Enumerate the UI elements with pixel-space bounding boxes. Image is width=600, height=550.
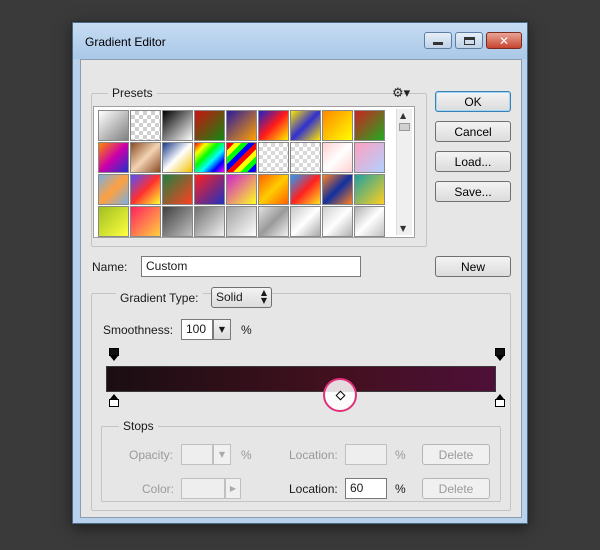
smoothness-label: Smoothness:	[103, 323, 174, 337]
preset-swatch[interactable]	[226, 174, 257, 205]
name-label: Name:	[92, 260, 128, 274]
dialog-body: Presets ⚙▾ ▲ ▼ OK Cancel Load... Save...…	[80, 59, 522, 518]
stops-legend: Stops	[119, 419, 158, 433]
opacity-stop-left[interactable]	[109, 348, 119, 362]
preset-swatch[interactable]	[98, 174, 129, 205]
preset-swatch[interactable]	[258, 174, 289, 205]
load-button[interactable]: Load...	[435, 151, 511, 172]
location-label-top: Location:	[289, 448, 338, 462]
opacity-label: Opacity:	[129, 448, 174, 462]
chevron-down-icon: ▼	[218, 325, 226, 334]
preset-swatch[interactable]	[162, 174, 193, 205]
preset-swatch[interactable]	[98, 142, 129, 173]
preset-swatch[interactable]	[322, 206, 353, 237]
opacity-dropdown[interactable]: ▼	[213, 444, 231, 465]
name-field[interactable]: Custom	[141, 256, 361, 277]
smoothness-unit: %	[241, 323, 252, 337]
preset-swatch[interactable]	[354, 110, 385, 141]
preset-swatch[interactable]	[258, 110, 289, 141]
preset-swatch[interactable]	[162, 206, 193, 237]
close-icon: ✕	[498, 33, 510, 48]
preset-swatch[interactable]	[290, 110, 321, 141]
preset-swatch[interactable]	[354, 174, 385, 205]
preset-swatch[interactable]	[130, 206, 161, 237]
close-button[interactable]: ✕	[486, 32, 522, 49]
color-stop-left[interactable]	[109, 394, 119, 408]
chevron-right-icon: ▶	[229, 484, 237, 493]
minimize-button[interactable]	[424, 32, 452, 49]
chevron-down-icon: ▼	[218, 450, 226, 459]
preset-swatch[interactable]	[226, 142, 257, 173]
preset-swatch[interactable]	[322, 174, 353, 205]
preset-scrollbar[interactable]: ▲ ▼	[396, 109, 412, 235]
gradient-editor-window: Gradient Editor ✕ Presets ⚙▾ ▲ ▼ OK Canc…	[72, 22, 528, 524]
new-button[interactable]: New	[435, 256, 511, 277]
maximize-button[interactable]	[455, 32, 483, 49]
delete-button-top[interactable]: Delete	[422, 444, 490, 465]
location-field-top[interactable]	[345, 444, 387, 465]
color-label: Color:	[142, 482, 175, 496]
midpoint-diamond-icon[interactable]	[335, 390, 346, 401]
window-title: Gradient Editor	[85, 35, 166, 49]
gradient-preview-bar[interactable]	[106, 366, 496, 392]
scroll-thumb[interactable]	[399, 123, 410, 131]
gradient-type-select[interactable]: Solid ▲ ▼	[211, 287, 272, 308]
preset-swatch[interactable]	[98, 110, 129, 141]
preset-swatch[interactable]	[194, 174, 225, 205]
minimize-icon	[433, 41, 443, 45]
preset-swatch[interactable]	[162, 110, 193, 141]
color-stop-right[interactable]	[495, 394, 505, 408]
gear-icon[interactable]: ⚙▾	[392, 86, 410, 101]
preset-swatch-grid	[98, 110, 390, 237]
preset-swatch[interactable]	[226, 206, 257, 237]
location-unit-top: %	[395, 448, 406, 462]
preset-swatch[interactable]	[258, 142, 289, 173]
location-field-bottom[interactable]: 60	[345, 478, 387, 499]
preset-swatch[interactable]	[130, 174, 161, 205]
preset-swatch[interactable]	[354, 142, 385, 173]
preset-swatch[interactable]	[130, 110, 161, 141]
gradient-type-value: Solid	[216, 290, 243, 304]
midpoint-highlight	[323, 378, 357, 412]
preset-swatch[interactable]	[194, 206, 225, 237]
preset-swatch[interactable]	[226, 110, 257, 141]
maximize-icon	[463, 36, 475, 45]
location-unit-bottom: %	[395, 482, 406, 496]
preset-swatch[interactable]	[130, 142, 161, 173]
preset-swatch-list: ▲ ▼	[93, 106, 415, 238]
smoothness-dropdown[interactable]: ▼	[213, 319, 231, 340]
preset-swatch[interactable]	[354, 206, 385, 237]
spinner-icon: ▲ ▼	[260, 288, 267, 305]
preset-swatch[interactable]	[290, 174, 321, 205]
opacity-unit: %	[241, 448, 252, 462]
scroll-up-icon[interactable]: ▲	[400, 111, 406, 120]
preset-swatch[interactable]	[194, 142, 225, 173]
smoothness-field[interactable]: 100	[181, 319, 213, 340]
ok-button[interactable]: OK	[435, 91, 511, 112]
preset-swatch[interactable]	[258, 206, 289, 237]
preset-swatch[interactable]	[98, 206, 129, 237]
save-button[interactable]: Save...	[435, 181, 511, 202]
color-swatch-field[interactable]	[181, 478, 225, 499]
gradient-type-label: Gradient Type:	[116, 291, 203, 305]
title-bar[interactable]: Gradient Editor ✕	[73, 23, 527, 59]
preset-swatch[interactable]	[162, 142, 193, 173]
preset-swatch[interactable]	[322, 142, 353, 173]
opacity-stop-right[interactable]	[495, 348, 505, 362]
presets-legend: Presets	[108, 86, 157, 100]
delete-button-bottom[interactable]: Delete	[422, 478, 490, 499]
preset-swatch[interactable]	[290, 142, 321, 173]
location-label-bottom: Location:	[289, 482, 338, 496]
preset-swatch[interactable]	[290, 206, 321, 237]
preset-swatch[interactable]	[322, 110, 353, 141]
opacity-field[interactable]	[181, 444, 213, 465]
color-picker-button[interactable]: ▶	[225, 478, 241, 499]
preset-swatch[interactable]	[194, 110, 225, 141]
cancel-button[interactable]: Cancel	[435, 121, 511, 142]
scroll-down-icon[interactable]: ▼	[400, 224, 406, 233]
